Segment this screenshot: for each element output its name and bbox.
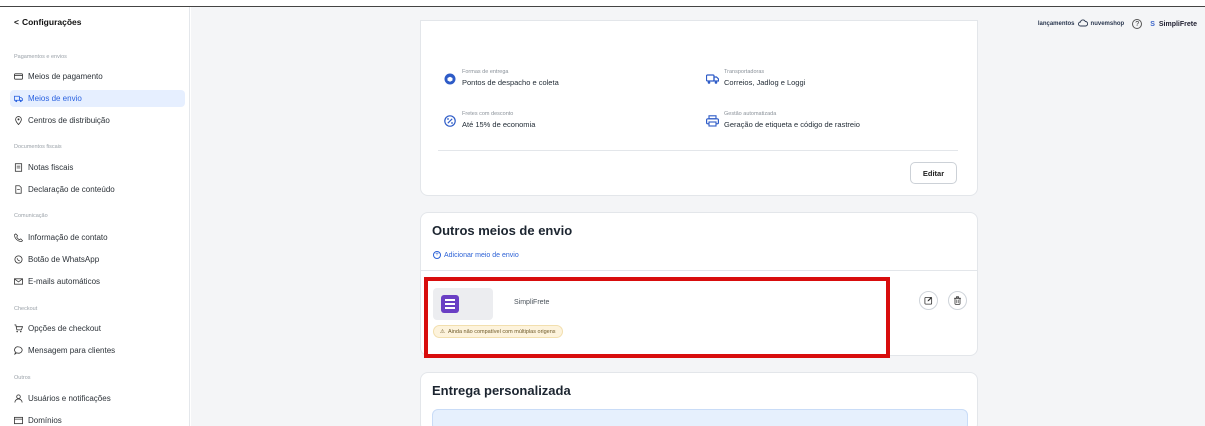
brand-prefix: lançamentos [1037, 21, 1075, 27]
sidebar-item-emails[interactable]: E-mails automáticos [10, 273, 185, 290]
feature-transportadoras: Transportadoras Correios, Jadlog e Loggi [705, 69, 806, 87]
brand-logo: lançamentos nuvemshop [1038, 19, 1124, 29]
mail-icon [14, 277, 23, 286]
box-icon [444, 72, 456, 85]
edit-service-button[interactable] [919, 291, 938, 310]
printer-icon [706, 114, 720, 127]
feature-value: Geração de etiqueta e código de rastreio [724, 120, 860, 129]
section-label-comunicacao: Comunicação [14, 213, 48, 219]
card-divider [438, 150, 958, 151]
feature-fretes-desconto: Fretes com desconto Até 15% de economia [444, 111, 535, 129]
chat-icon [14, 346, 23, 355]
section-label-documentos: Documentos fiscais [14, 144, 62, 150]
add-shipping-method-link[interactable]: + Adicionar meio de envio [433, 251, 519, 259]
edit-icon [924, 292, 933, 310]
sidebar-item-label: Usuários e notificações [28, 394, 111, 403]
back-link[interactable]: < Configurações [14, 17, 81, 27]
sidebar-item-label: Botão de WhatsApp [28, 255, 100, 264]
user-icon [14, 394, 23, 403]
feature-label: Fretes com desconto [462, 111, 514, 117]
whatsapp-icon [14, 255, 23, 264]
document-icon [14, 163, 23, 172]
sidebar-item-whatsapp[interactable]: Botão de WhatsApp [10, 251, 185, 268]
sidebar-item-usuarios[interactable]: Usuários e notificações [10, 390, 185, 407]
feature-label: Transportadoras [724, 69, 765, 75]
sidebar-item-label: Centros de distribuição [28, 116, 110, 125]
sidebar-item-meios-pagamento[interactable]: Meios de pagamento [10, 68, 185, 85]
sidebar-item-mensagem-clientes[interactable]: Mensagem para clientes [10, 342, 185, 359]
feature-label: Gestão automatizada [724, 111, 777, 117]
back-label: Configurações [21, 17, 82, 27]
avatar: S [1150, 20, 1155, 28]
cart-icon [14, 324, 23, 333]
help-icon[interactable]: ? [1132, 19, 1143, 29]
phone-icon [14, 233, 23, 242]
chevron-left-icon: < [14, 17, 19, 27]
info-banner [432, 409, 968, 426]
section-label-outros: Outros [14, 375, 31, 381]
brand-name: nuvemshop [1090, 21, 1125, 27]
section-title: Outros meios de envio [432, 223, 573, 238]
feature-value: Até 15% de economia [462, 120, 536, 129]
shipping-features-card [420, 20, 978, 196]
feature-formas-entrega: Formas de entrega Pontos de despacho e c… [444, 69, 559, 87]
top-header: lançamentos nuvemshop ? S SimpliFrete [1038, 19, 1197, 29]
section-label-checkout: Checkout [14, 306, 38, 312]
sidebar-item-declaracao-conteudo[interactable]: Declaração de conteúdo [10, 181, 185, 198]
edit-button[interactable]: Editar [910, 162, 957, 184]
sidebar-item-label: Opções de checkout [28, 324, 101, 333]
card-icon [14, 72, 23, 81]
location-pin-icon [14, 116, 23, 125]
file-icon [14, 185, 23, 194]
sidebar-item-notas-fiscais[interactable]: Notas fiscais [10, 159, 185, 176]
sidebar-item-label: Meios de envio [28, 94, 82, 103]
sidebar-item-label: E-mails automáticos [28, 277, 101, 286]
sidebar-item-label: Declaração de conteúdo [28, 185, 115, 194]
feature-gestao-automatizada: Gestão automatizada Geração de etiqueta … [706, 111, 860, 129]
truck-icon [14, 94, 23, 103]
sidebar-item-label: Domínios [28, 416, 62, 425]
user-menu[interactable]: S SimpliFrete [1150, 21, 1197, 28]
sidebar-item-label: Notas fiscais [28, 163, 74, 172]
browser-icon [14, 416, 23, 425]
highlight-box [424, 277, 890, 358]
sidebar-item-meios-envio[interactable]: Meios de envio [10, 90, 185, 107]
truck-icon [705, 72, 720, 84]
feature-label: Formas de entrega [462, 69, 509, 75]
sidebar-item-label: Mensagem para clientes [28, 346, 116, 355]
feature-value: Correios, Jadlog e Loggi [724, 78, 806, 87]
cloud-icon [1077, 19, 1088, 29]
sidebar: < Configurações Pagamentos e envios Meio… [0, 7, 190, 426]
sidebar-item-centros-distribuicao[interactable]: Centros de distribuição [10, 112, 185, 129]
sidebar-item-informacao-contato[interactable]: Informação de contato [10, 229, 185, 246]
section-title: Entrega personalizada [432, 383, 571, 398]
sidebar-item-label: Informação de contato [28, 233, 108, 242]
discount-icon [444, 114, 456, 127]
section-label-pagamentos: Pagamentos e envios [14, 54, 67, 60]
delete-service-button[interactable] [948, 291, 967, 310]
user-name: SimpliFrete [1158, 20, 1197, 28]
sidebar-item-dominios[interactable]: Domínios [10, 412, 185, 426]
trash-icon [953, 292, 962, 310]
add-shipping-label: Adicionar meio de envio [444, 251, 519, 259]
card-divider [420, 270, 978, 271]
plus-circle-icon: + [433, 251, 441, 259]
sidebar-item-opcoes-checkout[interactable]: Opções de checkout [10, 320, 185, 337]
sidebar-item-label: Meios de pagamento [28, 72, 103, 81]
feature-value: Pontos de despacho e coleta [462, 78, 559, 87]
